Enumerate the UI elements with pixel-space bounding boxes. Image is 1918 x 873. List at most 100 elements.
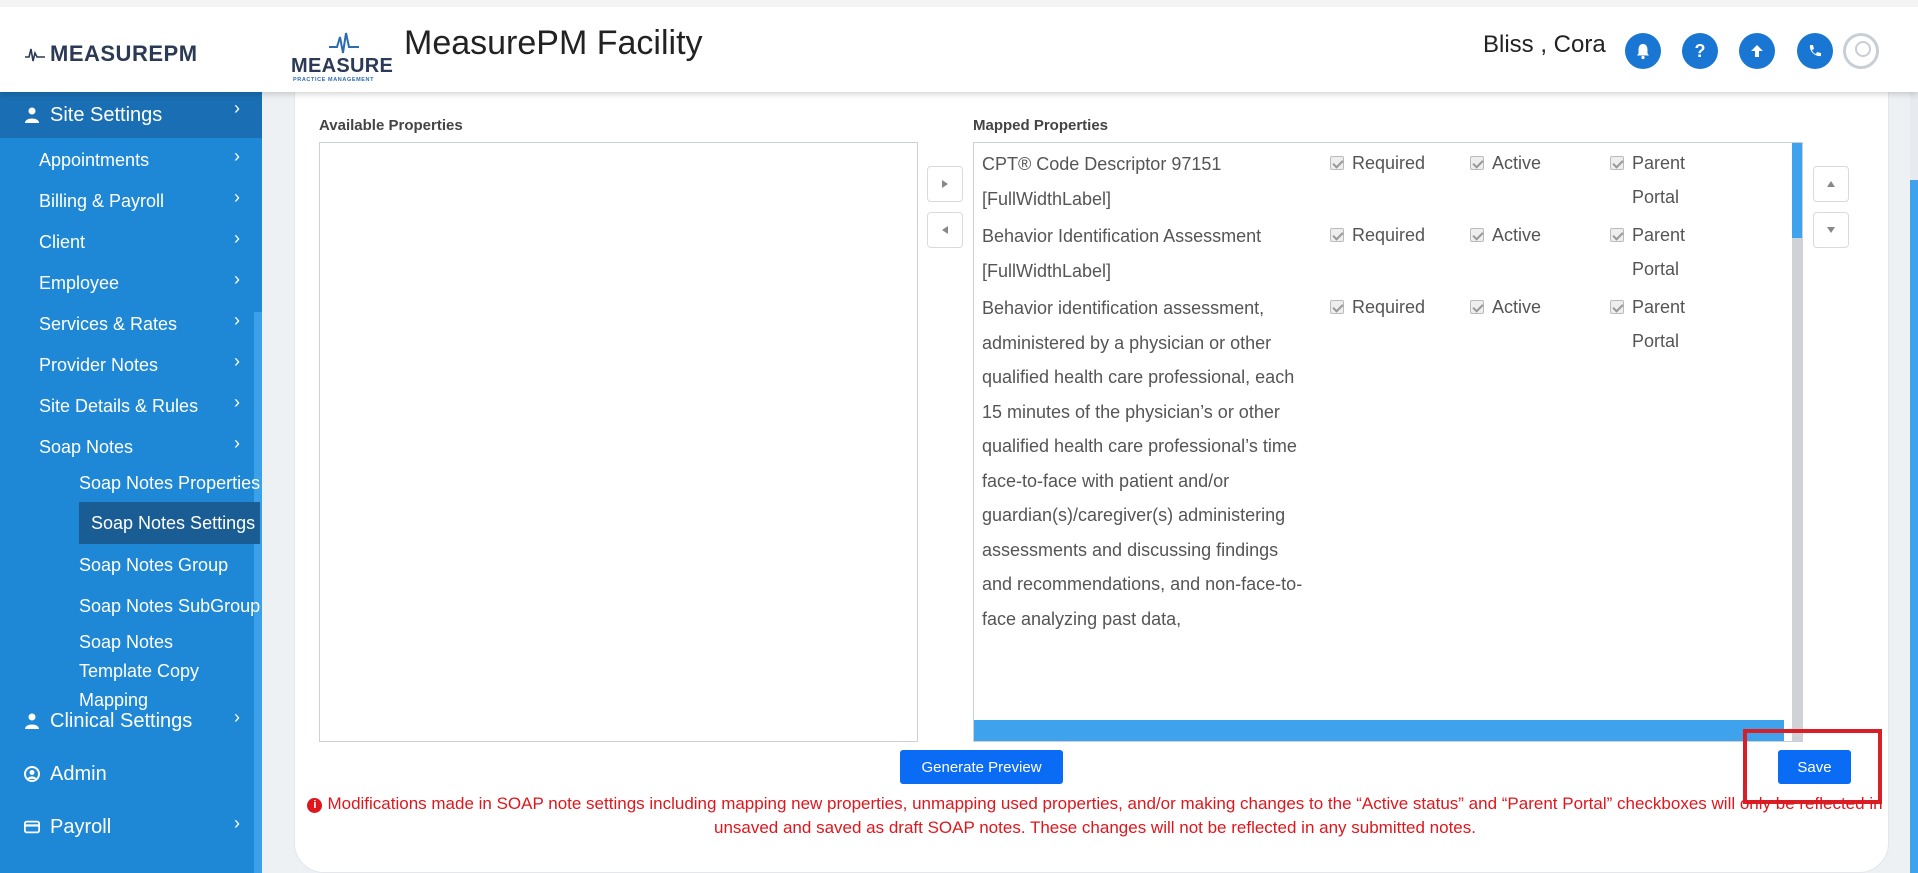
sidebar-item-label: Payroll <box>50 815 112 838</box>
required-checkbox[interactable]: Required <box>1330 153 1425 180</box>
page-scrollbar[interactable] <box>1910 92 1918 873</box>
sidebar-item-employee[interactable]: Employee › <box>0 263 262 303</box>
property-description: CPT® Code Descriptor 97151 [FullWidthLab… <box>982 154 1222 209</box>
user-icon <box>24 107 40 123</box>
brand-left-logo[interactable]: MEASUREPM <box>24 41 198 67</box>
facility-title: MeasurePM Facility <box>404 24 703 62</box>
sidebar-item-label: Soap Notes Properties <box>79 472 261 493</box>
page-scroll-thumb[interactable] <box>1910 180 1918 873</box>
selected-row-highlight[interactable] <box>974 720 1784 741</box>
checkbox-label: Active <box>1492 153 1542 173</box>
warning-text: Modifications made in SOAP note settings… <box>327 794 1883 837</box>
property-description: Behavior Identification Assessment [Full… <box>982 226 1262 281</box>
checkbox-label: Required <box>1352 225 1426 245</box>
checkbox-label: Active <box>1492 297 1542 317</box>
logo-word: MEASURE <box>291 55 394 77</box>
chevron-right-icon: › <box>234 707 240 727</box>
sidebar-item-client[interactable]: Client › <box>0 222 262 262</box>
sidebar-item-appointments[interactable]: Appointments › <box>0 140 262 180</box>
triangle-left-icon <box>942 226 948 234</box>
mapped-properties-list[interactable]: CPT® Code Descriptor 97151 [FullWidthLab… <box>973 142 1803 742</box>
sidebar: Site Settings › Appointments › Billing &… <box>0 92 262 873</box>
sidebar-item-site-details-rules[interactable]: Site Details & Rules › <box>0 386 262 426</box>
required-checkbox[interactable]: Required <box>1330 225 1425 252</box>
sidebar-item-label: Soap Notes SubGroup <box>79 595 261 616</box>
chevron-right-icon: › <box>234 392 240 412</box>
sidebar-item-label: Soap Notes <box>39 436 134 457</box>
bell-icon[interactable] <box>1625 33 1661 69</box>
sidebar-item-site-settings[interactable]: Site Settings › <box>0 92 262 138</box>
sidebar-item-label: Provider Notes <box>39 354 159 375</box>
chevron-right-icon: › <box>234 269 240 289</box>
chevron-right-icon: › <box>234 228 240 248</box>
mapped-list-scroll-thumb[interactable] <box>1792 143 1802 238</box>
logo-mark-icon <box>329 32 359 54</box>
chevron-right-icon: › <box>234 146 240 166</box>
checkbox-label: Required <box>1352 153 1426 173</box>
chevron-right-icon: › <box>234 433 240 453</box>
sidebar-item-soap-notes[interactable]: Soap Notes › <box>0 427 262 467</box>
brand-text: MEASUREPM <box>50 41 198 66</box>
upload-icon[interactable] <box>1739 33 1775 69</box>
warning-message: i Modifications made in SOAP note setting… <box>300 792 1890 840</box>
available-properties-label: Available Properties <box>319 117 463 134</box>
checkbox-label: Active <box>1492 225 1542 245</box>
sidebar-item-label: Client <box>39 231 86 252</box>
credit-card-icon <box>24 819 40 835</box>
sidebar-subitem-template-copy-mapping[interactable]: Soap Notes Template Copy Mapping <box>0 626 262 710</box>
list-item[interactable]: Behavior identification assessment, admi… <box>974 291 1794 731</box>
move-up-button[interactable] <box>1813 166 1849 202</box>
move-down-button[interactable] <box>1813 212 1849 248</box>
brand-mark-icon <box>25 48 45 62</box>
active-checkbox[interactable]: Active <box>1470 297 1541 324</box>
parent-portal-checkbox[interactable]: Parent Portal <box>1610 225 1712 286</box>
parent-portal-checkbox[interactable]: Parent Portal <box>1610 297 1712 358</box>
chevron-right-icon: › <box>234 813 240 833</box>
sidebar-item-label: Billing & Payroll <box>39 190 165 211</box>
sidebar-subitem-soap-notes-settings[interactable]: Soap Notes Settings <box>79 502 260 544</box>
parent-portal-checkbox[interactable]: Parent Portal <box>1610 153 1712 214</box>
move-right-button[interactable] <box>927 166 963 202</box>
logo-subtitle: PRACTICE MANAGEMENT <box>293 77 375 83</box>
sidebar-item-label: Soap Notes Settings <box>91 512 256 533</box>
phone-icon[interactable] <box>1797 33 1833 69</box>
triangle-right-icon <box>942 180 948 188</box>
measure-logo: MEASURE PRACTICE MANAGEMENT <box>291 29 395 89</box>
sidebar-item-provider-notes[interactable]: Provider Notes › <box>0 345 262 385</box>
checkbox-label: Parent Portal <box>1632 153 1686 207</box>
sidebar-item-admin[interactable]: Admin <box>0 754 262 794</box>
help-icon[interactable]: ? <box>1682 33 1718 69</box>
property-description: Behavior identification assessment, admi… <box>982 298 1303 629</box>
triangle-up-icon <box>1827 181 1835 187</box>
sidebar-subitem-soap-notes-group[interactable]: Soap Notes Group <box>0 545 262 585</box>
sidebar-item-payroll[interactable]: Payroll › <box>0 807 262 847</box>
sidebar-item-label: Site Settings <box>50 103 163 126</box>
move-left-button[interactable] <box>927 212 963 248</box>
triangle-down-icon <box>1827 227 1835 233</box>
user-circle-icon <box>24 766 40 782</box>
sidebar-subitem-soap-notes-properties[interactable]: Soap Notes Properties <box>0 463 262 503</box>
info-icon: i <box>307 797 323 813</box>
required-checkbox[interactable]: Required <box>1330 297 1425 324</box>
active-checkbox[interactable]: Active <box>1470 225 1541 252</box>
top-header: MEASUREPM MEASURE PRACTICE MANAGEMENT Me… <box>0 0 1918 92</box>
sidebar-item-billing-payroll[interactable]: Billing & Payroll › <box>0 181 262 221</box>
list-item[interactable]: CPT® Code Descriptor 97151 [FullWidthLab… <box>974 147 1794 217</box>
sidebar-item-services-rates[interactable]: Services & Rates › <box>0 304 262 344</box>
user-name[interactable]: Bliss , Cora <box>1483 31 1606 59</box>
sidebar-item-label: Services & Rates <box>39 313 178 334</box>
chevron-right-icon: › <box>234 310 240 330</box>
generate-preview-button[interactable]: Generate Preview <box>900 750 1063 784</box>
mapped-properties-label: Mapped Properties <box>973 117 1109 134</box>
chevron-right-icon: › <box>234 98 240 118</box>
available-properties-list[interactable] <box>319 142 918 742</box>
sidebar-subitem-soap-notes-subgroup[interactable]: Soap Notes SubGroup <box>0 586 262 626</box>
checkbox-label: Parent Portal <box>1632 225 1686 279</box>
avatar[interactable] <box>1843 33 1879 69</box>
checkbox-label: Parent Portal <box>1632 297 1686 351</box>
active-checkbox[interactable]: Active <box>1470 153 1541 180</box>
list-item[interactable]: Behavior Identification Assessment [Full… <box>974 219 1794 289</box>
sidebar-item-label: Employee <box>39 272 120 293</box>
sidebar-item-label: Appointments <box>39 149 150 170</box>
sidebar-item-clinical-settings[interactable]: Clinical Settings › <box>0 701 262 741</box>
